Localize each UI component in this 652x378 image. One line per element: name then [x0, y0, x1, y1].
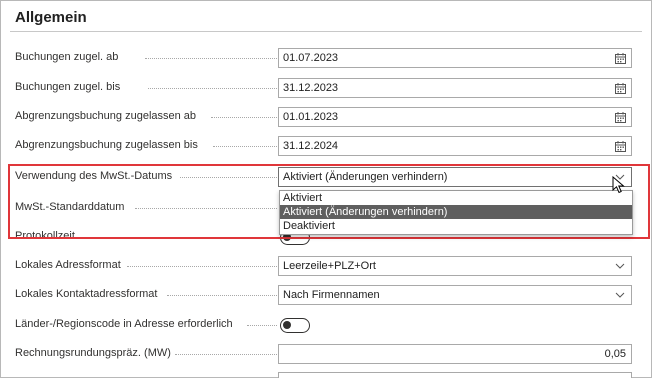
field-value: 0,05	[604, 348, 626, 360]
kontaktadressformat-select[interactable]: Nach Firmennamen	[278, 285, 632, 305]
calendar-icon[interactable]	[615, 112, 626, 123]
field-label: Buchungen zugel. bis	[15, 81, 121, 93]
chevron-down-icon[interactable]	[615, 290, 625, 300]
field-value: Leerzeile+PLZ+Ort	[283, 260, 376, 272]
laendercode-toggle[interactable]	[280, 318, 310, 333]
row-buchungen-bis: Buchungen zugel. bis 31.12.2023	[15, 78, 635, 98]
row-laendercode: Länder-/Regionscode in Adresse erforderl…	[15, 315, 635, 335]
calendar-icon[interactable]	[615, 53, 626, 64]
calendar-icon[interactable]	[615, 141, 626, 152]
toggle-knob	[283, 321, 291, 329]
row-abgrenzung-bis: Abgrenzungsbuchung zugelassen bis 31.12.…	[15, 136, 635, 156]
section-title: Allgemein	[15, 9, 87, 26]
abgrenzung-bis-date-field[interactable]: 31.12.2024	[278, 136, 632, 156]
field-label: Lokales Kontaktadressformat	[15, 288, 158, 300]
label-leader-dots	[247, 325, 277, 326]
abgrenzung-ab-date-field[interactable]: 01.01.2023	[278, 107, 632, 127]
field-value: 31.12.2023	[283, 82, 339, 94]
field-value: 01.01.2023	[283, 111, 339, 123]
row-adressformat: Lokales Adressformat Leerzeile+PLZ+Ort	[15, 256, 635, 276]
section-divider	[10, 31, 642, 32]
label-leader-dots	[148, 88, 277, 89]
field-label: Abgrenzungsbuchung zugelassen bis	[15, 139, 198, 151]
label-leader-dots	[175, 354, 277, 355]
label-leader-dots	[127, 266, 277, 267]
field-label: Abgrenzungsbuchung zugelassen ab	[15, 110, 197, 122]
label-leader-dots	[213, 146, 277, 147]
chevron-down-icon[interactable]	[615, 261, 625, 271]
adressformat-select[interactable]: Leerzeile+PLZ+Ort	[278, 256, 632, 276]
row-rundung: Rechnungsrundungspräz. (MW) 0,05	[15, 344, 635, 364]
field-value: 31.12.2024	[283, 140, 339, 152]
mwst-datum-dropdown-list: Aktiviert Aktiviert (Änderungen verhinde…	[279, 190, 633, 235]
row-kontaktadressformat: Lokales Kontaktadressformat Nach Firmenn…	[15, 285, 635, 305]
buchungen-ab-date-field[interactable]: 01.07.2023	[278, 48, 632, 68]
field-label: Rechnungsrundungspräz. (MW)	[15, 347, 171, 359]
mouse-pointer-icon	[612, 176, 625, 194]
row-buchungen-ab: Buchungen zugel. ab 01.07.2023	[15, 48, 635, 68]
dropdown-option-selected[interactable]: Aktiviert (Änderungen verhindern)	[280, 205, 632, 219]
buchungen-bis-date-field[interactable]: 31.12.2023	[278, 78, 632, 98]
dropdown-option[interactable]: Aktiviert	[280, 191, 632, 205]
field-value: Nach Firmennamen	[283, 289, 380, 301]
label-leader-dots	[211, 117, 277, 118]
next-field-partial[interactable]	[278, 372, 632, 378]
row-abgrenzung-ab: Abgrenzungsbuchung zugelassen ab 01.01.2…	[15, 107, 635, 127]
field-label: Buchungen zugel. ab	[15, 51, 119, 63]
field-label: Lokales Adressformat	[15, 259, 121, 271]
dropdown-option[interactable]: Deaktiviert	[280, 219, 632, 233]
field-label: Länder-/Regionscode in Adresse erforderl…	[15, 318, 233, 330]
rundung-input[interactable]: 0,05	[278, 344, 632, 364]
field-value: 01.07.2023	[283, 52, 339, 64]
label-leader-dots	[145, 58, 277, 59]
label-leader-dots	[167, 295, 277, 296]
calendar-icon[interactable]	[615, 83, 626, 94]
